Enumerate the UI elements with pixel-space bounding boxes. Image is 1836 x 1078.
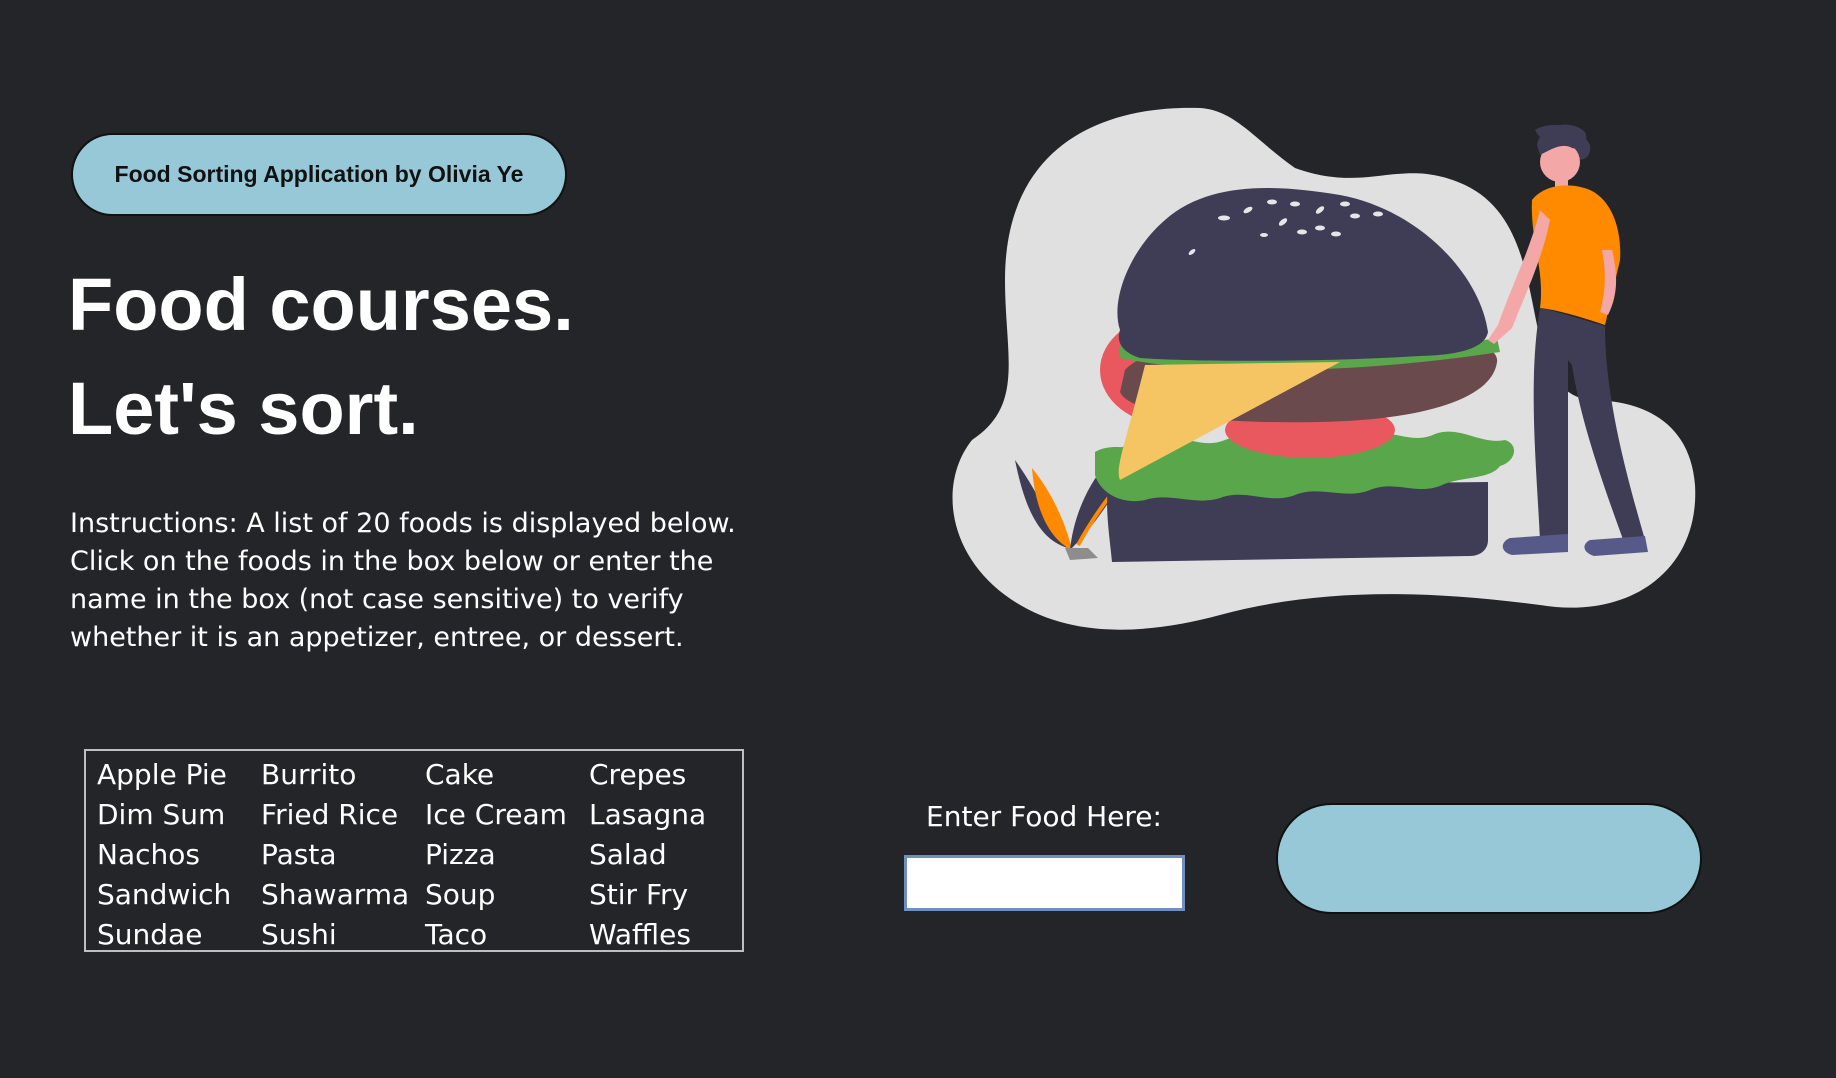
food-item-pasta[interactable]: Pasta — [261, 835, 425, 875]
app-title-badge: Food Sorting Application by Olivia Ye — [71, 133, 567, 216]
food-entry-input[interactable] — [904, 855, 1185, 911]
food-item-soup[interactable]: Soup — [425, 875, 589, 915]
food-item-taco[interactable]: Taco — [425, 915, 589, 955]
app-title-text: Food Sorting Application by Olivia Ye — [114, 161, 524, 187]
food-item-dim-sum[interactable]: Dim Sum — [97, 795, 261, 835]
headline-line-2: Let's sort. — [68, 367, 419, 450]
food-item-waffles[interactable]: Waffles — [589, 915, 739, 955]
food-item-stir-fry[interactable]: Stir Fry — [589, 875, 739, 915]
food-item-nachos[interactable]: Nachos — [97, 835, 261, 875]
food-item-crepes[interactable]: Crepes — [589, 755, 739, 795]
food-item-lasagna[interactable]: Lasagna — [589, 795, 739, 835]
food-item-ice-cream[interactable]: Ice Cream — [425, 795, 589, 835]
food-item-apple-pie[interactable]: Apple Pie — [97, 755, 261, 795]
result-display-button[interactable] — [1276, 803, 1702, 914]
instructions-text: Instructions: A list of 20 foods is disp… — [70, 508, 736, 653]
food-list-box: Apple Pie Burrito Cake Crepes Dim Sum Fr… — [84, 749, 744, 952]
food-item-pizza[interactable]: Pizza — [425, 835, 589, 875]
food-item-fried-rice[interactable]: Fried Rice — [261, 795, 425, 835]
food-item-salad[interactable]: Salad — [589, 835, 739, 875]
headline-line-1: Food courses. — [68, 263, 574, 346]
food-item-burrito[interactable]: Burrito — [261, 755, 425, 795]
food-item-sundae[interactable]: Sundae — [97, 915, 261, 955]
food-item-cake[interactable]: Cake — [425, 755, 589, 795]
food-item-shawarma[interactable]: Shawarma — [261, 875, 425, 915]
food-item-sushi[interactable]: Sushi — [261, 915, 425, 955]
food-item-sandwich[interactable]: Sandwich — [97, 875, 261, 915]
food-entry-label: Enter Food Here: — [926, 800, 1162, 833]
burger-with-person-illustration — [952, 107, 1696, 630]
